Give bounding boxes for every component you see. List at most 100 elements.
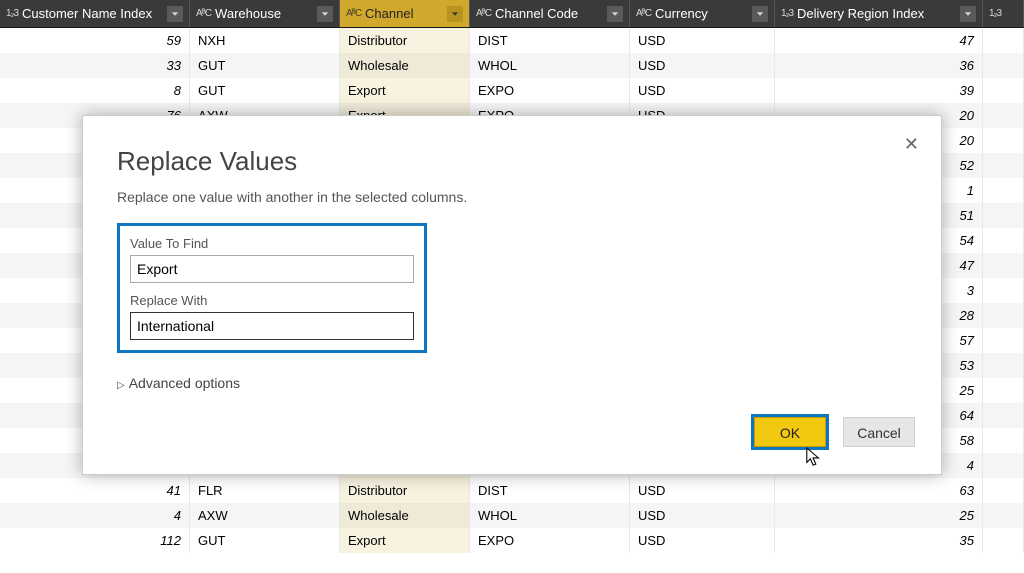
- cell[interactable]: Wholesale: [340, 503, 470, 528]
- cell[interactable]: DIST: [470, 28, 630, 53]
- replace-with-label: Replace With: [130, 293, 414, 308]
- chevron-down-icon[interactable]: [447, 6, 463, 22]
- cell[interactable]: GUT: [190, 78, 340, 103]
- column-label: Channel Code: [495, 6, 603, 21]
- dialog-description: Replace one value with another in the se…: [117, 189, 907, 205]
- cell[interactable]: Export: [340, 528, 470, 553]
- cell[interactable]: [983, 203, 1024, 228]
- chevron-right-icon: ▷: [117, 380, 125, 391]
- cell[interactable]: [983, 378, 1024, 403]
- column-header-currency[interactable]: AᴮC Currency: [630, 0, 775, 27]
- column-header-channel-code[interactable]: AᴮCChannel Code: [470, 0, 630, 27]
- table-row[interactable]: 59NXHDistributorDISTUSD47: [0, 28, 1024, 53]
- cell[interactable]: [983, 178, 1024, 203]
- cell[interactable]: 4: [0, 503, 190, 528]
- cell[interactable]: 35: [775, 528, 983, 553]
- cell[interactable]: [983, 153, 1024, 178]
- cell[interactable]: GUT: [190, 53, 340, 78]
- cell[interactable]: WHOL: [470, 503, 630, 528]
- cell[interactable]: [983, 28, 1024, 53]
- table-row[interactable]: 33GUTWholesaleWHOLUSD36: [0, 53, 1024, 78]
- replace-with-input[interactable]: [130, 312, 414, 340]
- cell[interactable]: [983, 228, 1024, 253]
- cell[interactable]: [983, 103, 1024, 128]
- column-label: Warehouse: [215, 6, 313, 21]
- cell[interactable]: 47: [775, 28, 983, 53]
- cell[interactable]: 36: [775, 53, 983, 78]
- cell[interactable]: GUT: [190, 528, 340, 553]
- column-header-extra[interactable]: 1₂3: [983, 0, 1024, 27]
- cell[interactable]: WHOL: [470, 53, 630, 78]
- cell[interactable]: [983, 503, 1024, 528]
- cell[interactable]: DIST: [470, 478, 630, 503]
- cell[interactable]: [983, 528, 1024, 553]
- cell[interactable]: [983, 353, 1024, 378]
- cell[interactable]: [983, 478, 1024, 503]
- cell[interactable]: 39: [775, 78, 983, 103]
- cell[interactable]: Distributor: [340, 478, 470, 503]
- column-header-delivery-region-index[interactable]: 1₂3Delivery Region Index: [775, 0, 983, 27]
- chevron-down-icon[interactable]: [317, 6, 333, 22]
- cell[interactable]: USD: [630, 528, 775, 553]
- cell[interactable]: [983, 253, 1024, 278]
- cell[interactable]: USD: [630, 28, 775, 53]
- cell[interactable]: USD: [630, 503, 775, 528]
- cell[interactable]: AXW: [190, 503, 340, 528]
- cell[interactable]: [983, 303, 1024, 328]
- dialog-title: Replace Values: [117, 146, 907, 177]
- cell[interactable]: 63: [775, 478, 983, 503]
- value-to-find-input[interactable]: [130, 255, 414, 283]
- table-row[interactable]: 41FLRDistributorDISTUSD63: [0, 478, 1024, 503]
- chevron-down-icon[interactable]: [752, 6, 768, 22]
- dialog-buttons: OK Cancel: [751, 414, 915, 450]
- cell[interactable]: [983, 403, 1024, 428]
- cell[interactable]: [983, 428, 1024, 453]
- column-label: Channel: [365, 6, 443, 21]
- value-to-find-label: Value To Find: [130, 236, 414, 251]
- cell[interactable]: [983, 453, 1024, 478]
- ok-button[interactable]: OK: [754, 417, 826, 447]
- cell[interactable]: FLR: [190, 478, 340, 503]
- table-row[interactable]: 112GUTExportEXPOUSD35: [0, 528, 1024, 553]
- cell[interactable]: EXPO: [470, 528, 630, 553]
- type-icon: AᴮC: [346, 8, 361, 19]
- cell[interactable]: NXH: [190, 28, 340, 53]
- ok-button-highlight: OK: [751, 414, 829, 450]
- advanced-options-toggle[interactable]: ▷Advanced options: [117, 375, 907, 391]
- column-header-warehouse[interactable]: AᴮC Warehouse: [190, 0, 340, 27]
- chevron-down-icon[interactable]: [167, 6, 183, 22]
- cell[interactable]: Wholesale: [340, 53, 470, 78]
- column-label: Delivery Region Index: [797, 6, 956, 21]
- chevron-down-icon[interactable]: [960, 6, 976, 22]
- cell[interactable]: [983, 328, 1024, 353]
- column-label: Currency: [655, 6, 748, 21]
- table-row[interactable]: 4AXWWholesaleWHOLUSD25: [0, 503, 1024, 528]
- column-header-customer-name-index[interactable]: 1₂3Customer Name Index: [0, 0, 190, 27]
- replace-values-dialog: ✕ Replace Values Replace one value with …: [82, 115, 942, 475]
- cell[interactable]: 8: [0, 78, 190, 103]
- close-icon[interactable]: ✕: [904, 134, 919, 155]
- column-header-channel[interactable]: AᴮC Channel: [340, 0, 470, 27]
- cell[interactable]: [983, 53, 1024, 78]
- cell[interactable]: Export: [340, 78, 470, 103]
- cell[interactable]: USD: [630, 478, 775, 503]
- cell[interactable]: [983, 128, 1024, 153]
- cell[interactable]: EXPO: [470, 78, 630, 103]
- cell[interactable]: 41: [0, 478, 190, 503]
- cell[interactable]: Distributor: [340, 28, 470, 53]
- cell[interactable]: 59: [0, 28, 190, 53]
- cell[interactable]: [983, 278, 1024, 303]
- cell[interactable]: 33: [0, 53, 190, 78]
- chevron-down-icon[interactable]: [607, 6, 623, 22]
- type-icon: AᴮC: [196, 8, 211, 19]
- type-icon: AᴮC: [636, 8, 651, 19]
- grid-header: 1₂3Customer Name IndexAᴮCWarehouseAᴮCCha…: [0, 0, 1024, 28]
- cell[interactable]: [983, 78, 1024, 103]
- cell[interactable]: 25: [775, 503, 983, 528]
- cancel-button[interactable]: Cancel: [843, 417, 915, 447]
- cell[interactable]: 112: [0, 528, 190, 553]
- cell[interactable]: USD: [630, 78, 775, 103]
- cell[interactable]: USD: [630, 53, 775, 78]
- table-row[interactable]: 8GUTExportEXPOUSD39: [0, 78, 1024, 103]
- type-icon: 1₂3: [989, 8, 1001, 19]
